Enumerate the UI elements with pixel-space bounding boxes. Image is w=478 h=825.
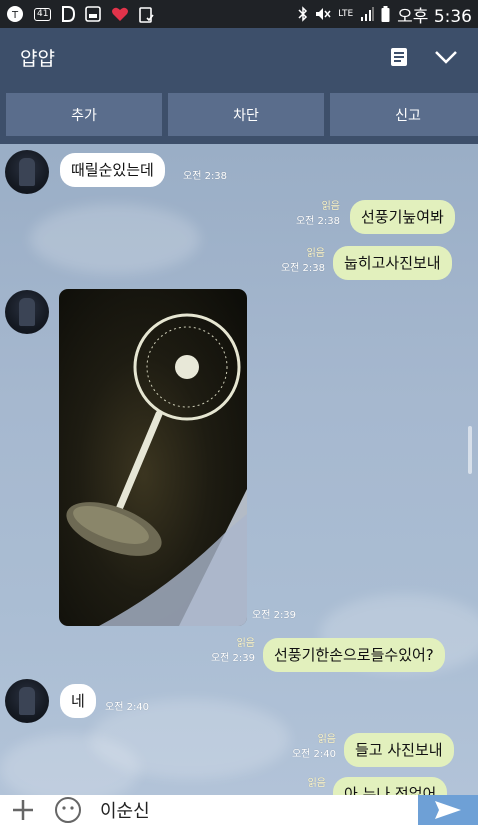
message-input[interactable]: 이순신 [100,797,150,823]
network-type: LTE [338,8,354,19]
block-button[interactable]: 차단 [168,93,324,136]
read-receipt: 읽음 [317,734,336,745]
svg-text:T: T [11,10,19,21]
bluetooth-icon [298,6,308,22]
avatar[interactable] [5,290,49,334]
message-time: 오전 2:39 [210,653,255,664]
status-time: 오후 5:36 [397,6,472,27]
message-bubble: 때릴순있는데 [60,153,165,187]
avatar[interactable] [5,150,49,194]
app-notification-icon: T [6,5,24,23]
message-bubble: 아 누나 정없어 [333,777,448,795]
chevron-down-icon[interactable] [434,50,458,64]
read-receipt: 읽음 [307,778,326,789]
message-time: 오전 2:40 [105,702,150,713]
message-bubble: 선풍기눞여봐 [350,200,455,234]
message-bubble: 들고 사진보내 [344,733,454,767]
send-icon [433,799,463,821]
plus-icon[interactable] [10,797,36,823]
message-bubble: 네 [60,684,96,718]
message-bubble: 선풍기한손으로들수있어? [263,638,445,672]
mute-icon [315,7,331,21]
avatar[interactable] [5,679,49,723]
message-bubble: 눕히고사진보내 [333,246,452,280]
chat-title: 얍얍 [20,47,55,70]
signal-icon [360,7,375,21]
send-button[interactable] [418,795,478,825]
chat-area[interactable]: 때릴순있는데 오전 2:38 읽음 오전 2:38 선풍기눞여봐 읽음 오전 2… [0,144,478,795]
status-bar: T 41 LTE 오후 5:36 [0,0,478,28]
notification-count-badge: 41 [34,7,52,21]
d-app-icon [61,6,76,22]
memo-icon[interactable] [390,47,408,67]
message-time: 오전 2:38 [295,216,340,227]
add-friend-button[interactable]: 추가 [6,93,162,136]
read-receipt: 읽음 [321,201,340,212]
message-input-bar: 이순신 [0,795,478,825]
emoticon-icon[interactable] [54,796,82,824]
message-time: 오전 2:39 [252,610,297,621]
scrollbar[interactable] [468,426,472,474]
message-time: 오전 2:40 [291,749,336,760]
message-time: 오전 2:38 [280,263,325,274]
read-receipt: 읽음 [306,248,325,259]
clipboard-check-icon [139,6,155,23]
report-button[interactable]: 신고 [330,93,478,136]
photo-message[interactable] [59,289,247,626]
message-time: 오전 2:38 [183,171,228,182]
battery-icon [381,6,390,22]
chat-header: 얍얍 [0,28,478,86]
action-bar: 추가 차단 신고 [0,86,478,144]
read-receipt: 읽음 [236,638,255,649]
gallery-icon [85,6,102,22]
heart-icon [111,6,129,22]
